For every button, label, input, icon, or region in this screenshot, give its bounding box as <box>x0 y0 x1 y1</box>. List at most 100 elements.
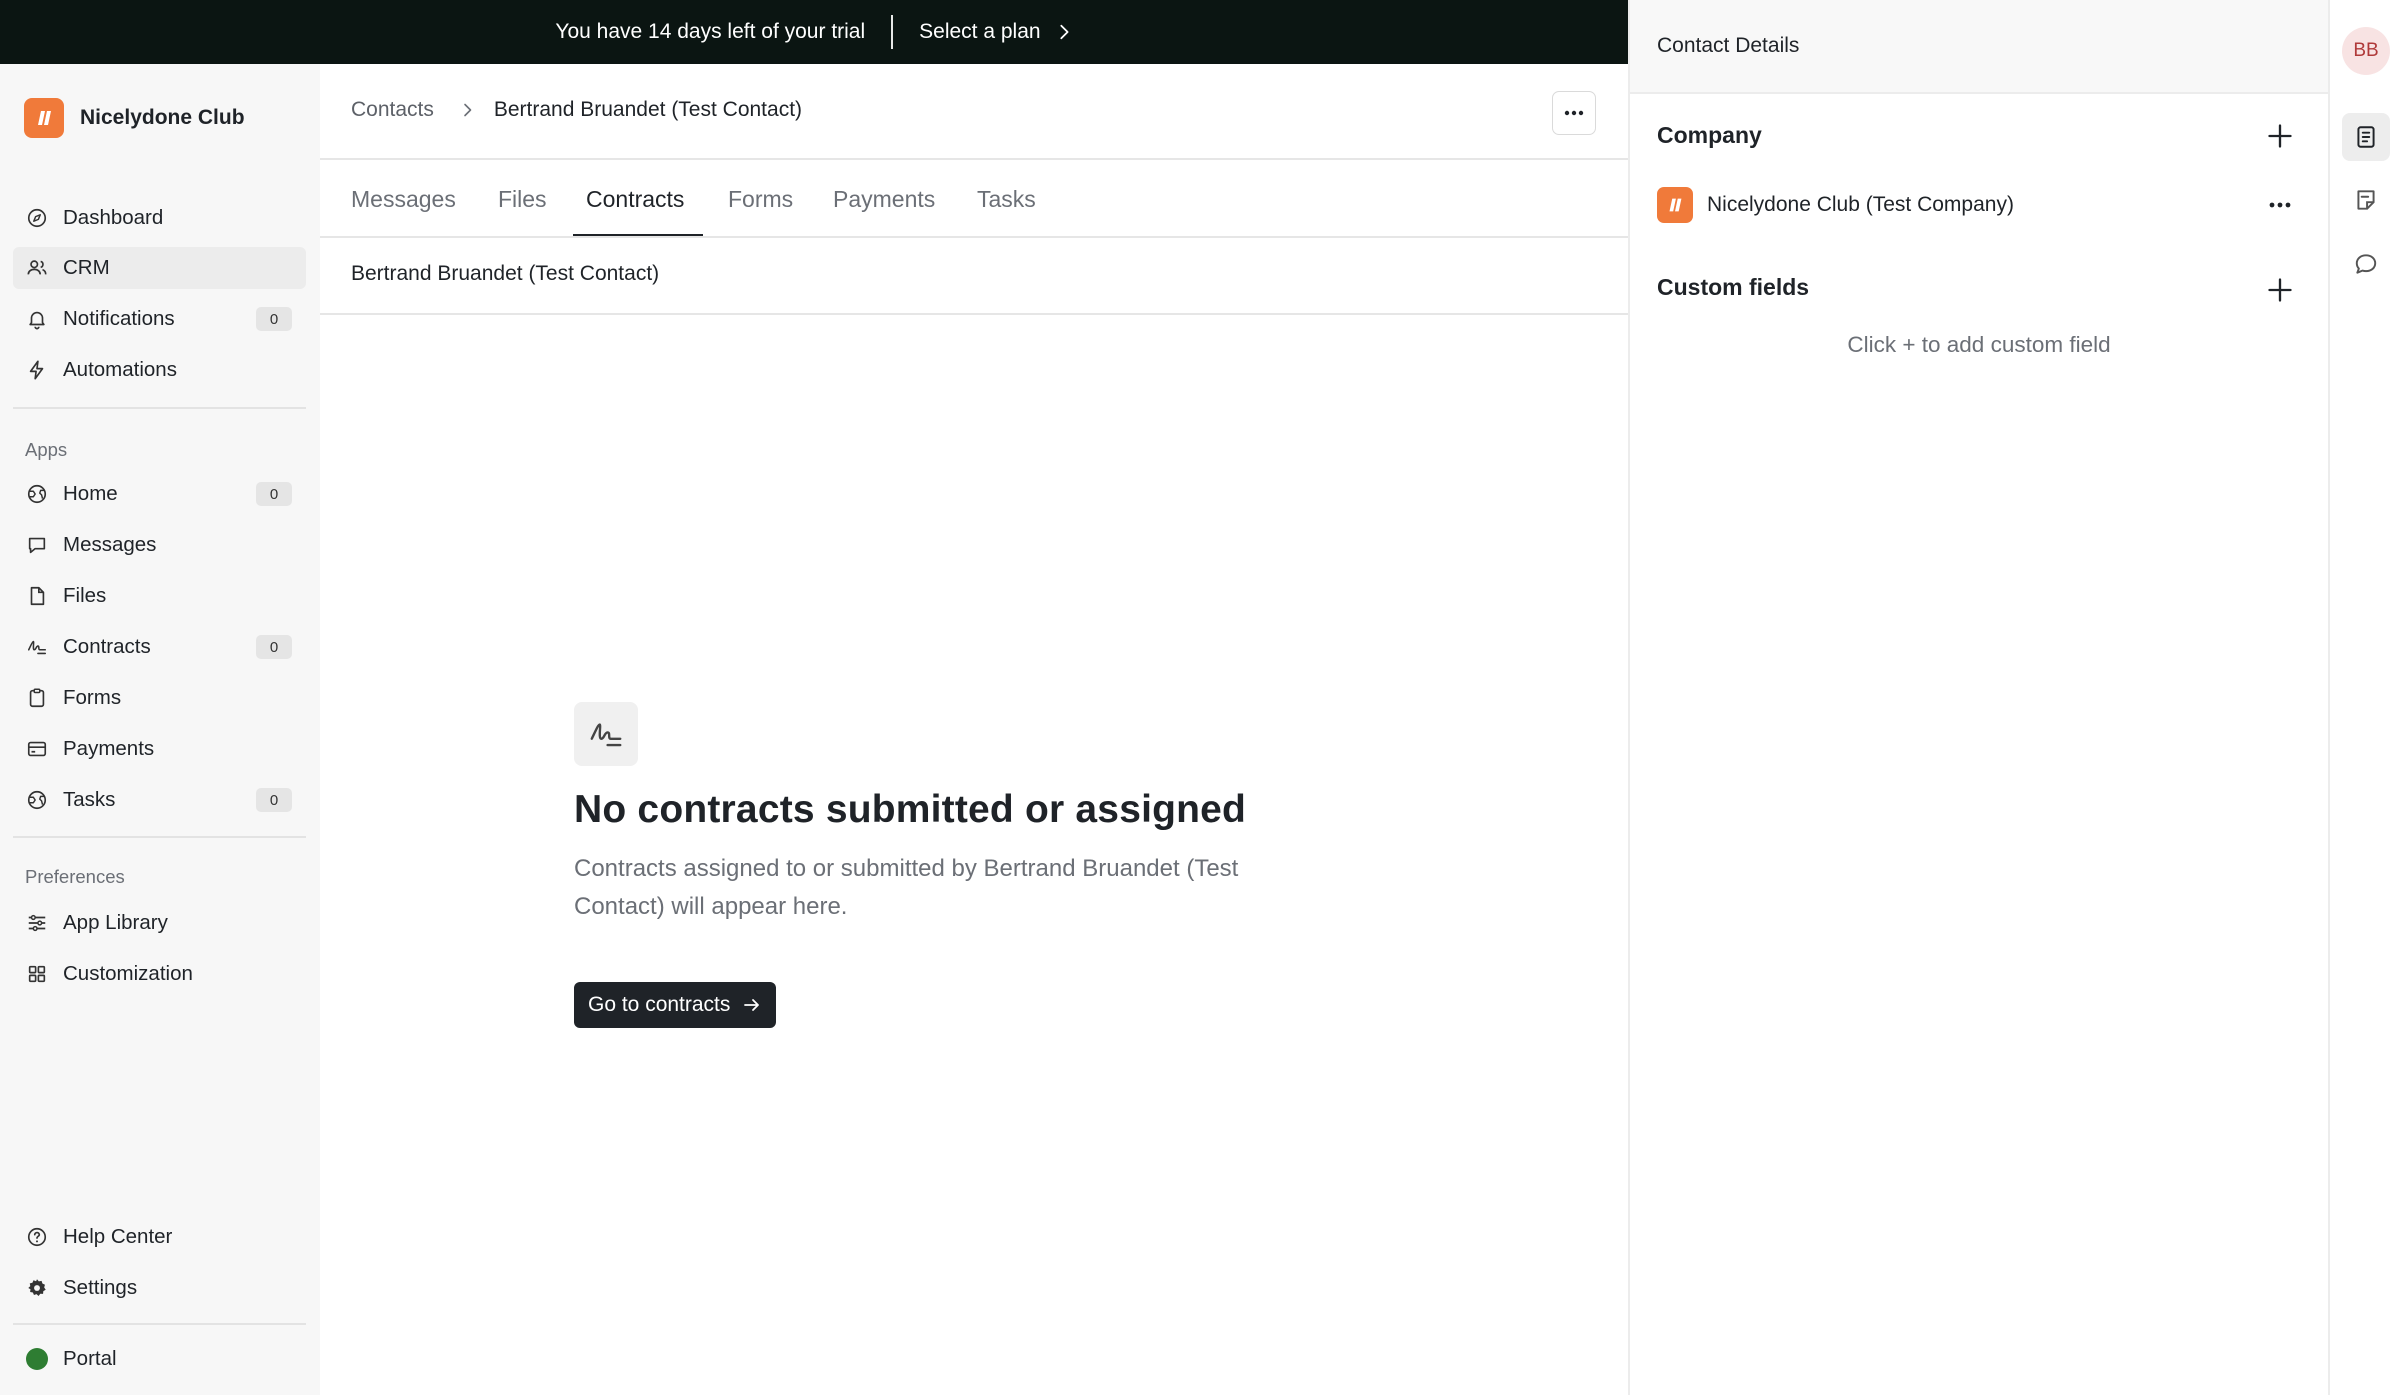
workspace-switcher[interactable]: Nicelydone Club <box>24 98 245 138</box>
notifications-count-badge: 0 <box>256 307 292 331</box>
details-title: Contact Details <box>1657 34 1800 57</box>
tabs-divider <box>320 236 1628 238</box>
breadcrumb-current: Bertrand Bruandet (Test Contact) <box>493 98 803 121</box>
sidebar-item-app-library[interactable]: App Library <box>13 902 306 944</box>
card-icon <box>25 737 49 761</box>
globe-icon <box>25 788 49 812</box>
chat-icon <box>25 533 49 557</box>
trial-text: You have 14 days left of your trial <box>555 20 866 43</box>
chevron-right-icon <box>1059 24 1069 40</box>
arrow-right-icon <box>744 999 760 1011</box>
sidebar-item-files[interactable]: Files <box>13 575 306 617</box>
sidebar-item-contracts[interactable]: Contracts 0 <box>13 626 306 668</box>
sidebar-item-label: Forms <box>63 686 122 709</box>
comments-panel-button[interactable] <box>2342 240 2390 288</box>
workspace-name: Nicelydone Club <box>80 106 245 129</box>
sidebar-item-label: Customization <box>63 962 193 985</box>
chat-bubble-icon <box>2355 254 2377 274</box>
sidebar-item-crm[interactable]: CRM <box>13 247 306 289</box>
tab-contracts[interactable]: Contracts <box>586 160 684 238</box>
sidebar-divider <box>13 836 306 838</box>
go-to-contracts-button[interactable]: Go to contracts <box>574 982 777 1028</box>
contracts-count-badge: 0 <box>256 635 292 659</box>
signature-icon <box>25 635 49 659</box>
breadcrumb: Contacts Bertrand Bruandet (Test Contact… <box>351 98 802 122</box>
tasks-count-badge: 0 <box>256 788 292 812</box>
details-panel-button[interactable] <box>2342 113 2390 161</box>
sidebar-item-settings[interactable]: Settings <box>13 1267 306 1309</box>
tab-messages[interactable]: Messages <box>351 160 456 238</box>
apps-section-label: Apps <box>25 439 68 460</box>
sidebar-divider <box>13 407 306 409</box>
empty-state: No contracts submitted or assigned Contr… <box>574 702 1334 1028</box>
select-plan-link[interactable]: Select a plan <box>919 20 1072 44</box>
company-logo-icon <box>1657 187 1693 223</box>
trial-banner: You have 14 days left of your trial Sele… <box>0 0 1628 64</box>
sidebar-item-payments[interactable]: Payments <box>13 728 306 770</box>
sidebar-item-label: Dashboard <box>63 206 164 229</box>
chevron-right-icon <box>464 103 472 117</box>
company-name: Nicelydone Club (Test Company) <box>1707 193 2014 216</box>
sidebar-item-help-center[interactable]: Help Center <box>13 1216 306 1258</box>
sidebar-item-label: Home <box>63 482 118 505</box>
compass-icon <box>25 206 49 230</box>
sidebar-item-label: Contracts <box>63 635 151 658</box>
document-icon <box>2357 126 2375 148</box>
breadcrumb-contacts-link[interactable]: Contacts <box>351 98 434 122</box>
banner-divider <box>891 15 894 49</box>
sidebar-item-label: Settings <box>63 1276 138 1299</box>
sidebar-item-label: App Library <box>63 911 168 934</box>
sidebar-item-messages[interactable]: Messages <box>13 524 306 566</box>
users-icon <box>25 256 49 280</box>
sidebar-item-label: Payments <box>63 737 155 760</box>
avatar[interactable]: BB <box>2342 27 2390 75</box>
empty-state-title: No contracts submitted or assigned <box>574 788 1247 831</box>
sidebar-item-label: CRM <box>63 256 110 279</box>
sidebar-item-dashboard[interactable]: Dashboard <box>13 197 306 239</box>
sidebar-item-notifications[interactable]: Notifications 0 <box>13 298 306 340</box>
sidebar-item-automations[interactable]: Automations <box>13 349 306 391</box>
add-custom-field-plus-icon[interactable] <box>2266 276 2294 304</box>
right-rail: BB <box>2328 0 2400 1395</box>
sliders-icon <box>25 911 49 935</box>
contact-name-subheader: Bertrand Bruandet (Test Contact) <box>351 262 660 285</box>
tab-payments[interactable]: Payments <box>833 160 935 238</box>
sticky-note-icon <box>2357 190 2375 210</box>
sidebar-item-label: Tasks <box>63 788 116 811</box>
portal-status-dot <box>26 1348 48 1370</box>
tab-tasks[interactable]: Tasks <box>977 160 1036 238</box>
ellipsis-icon <box>1564 110 1584 116</box>
sidebar-item-forms[interactable]: Forms <box>13 677 306 719</box>
home-count-badge: 0 <box>256 482 292 506</box>
sidebar-item-portal[interactable]: Portal <box>13 1338 306 1380</box>
tab-forms[interactable]: Forms <box>728 160 793 238</box>
main-content: Contacts Bertrand Bruandet (Test Contact… <box>320 64 1628 1395</box>
notes-panel-button[interactable] <box>2342 176 2390 224</box>
go-to-contracts-label: Go to contracts <box>588 993 731 1016</box>
sidebar-item-home[interactable]: Home 0 <box>13 473 306 515</box>
tab-files[interactable]: Files <box>498 160 547 238</box>
custom-fields-heading: Custom fields <box>1657 274 1810 300</box>
gear-icon <box>25 1276 49 1300</box>
bolt-icon <box>25 358 49 382</box>
signature-icon <box>574 702 638 766</box>
file-icon <box>25 584 49 608</box>
company-more-icon[interactable] <box>2266 193 2294 217</box>
custom-fields-hint: Click + to add custom field <box>1847 332 2111 357</box>
grid-icon <box>25 962 49 986</box>
sidebar-item-tasks[interactable]: Tasks 0 <box>13 779 306 821</box>
brand-logo-icon <box>24 98 64 138</box>
add-company-plus-icon[interactable] <box>2266 122 2294 150</box>
help-icon <box>25 1225 49 1249</box>
subheader-divider <box>320 313 1628 315</box>
sidebar-item-customization[interactable]: Customization <box>13 953 306 995</box>
company-heading: Company <box>1657 122 1762 148</box>
preferences-section-label: Preferences <box>25 866 125 887</box>
sidebar: Nicelydone Club Dashboard CRM Notificati… <box>0 64 320 1395</box>
contact-details-panel: Contact Details Company Nicelydone Club … <box>1628 0 2328 1395</box>
more-options-button[interactable] <box>1552 91 1596 135</box>
company-row[interactable]: Nicelydone Club (Test Company) <box>1657 187 2014 223</box>
globe-icon <box>25 482 49 506</box>
contact-tabs: Messages Files Contracts Forms Payments … <box>320 160 1628 238</box>
clipboard-icon <box>25 686 49 710</box>
